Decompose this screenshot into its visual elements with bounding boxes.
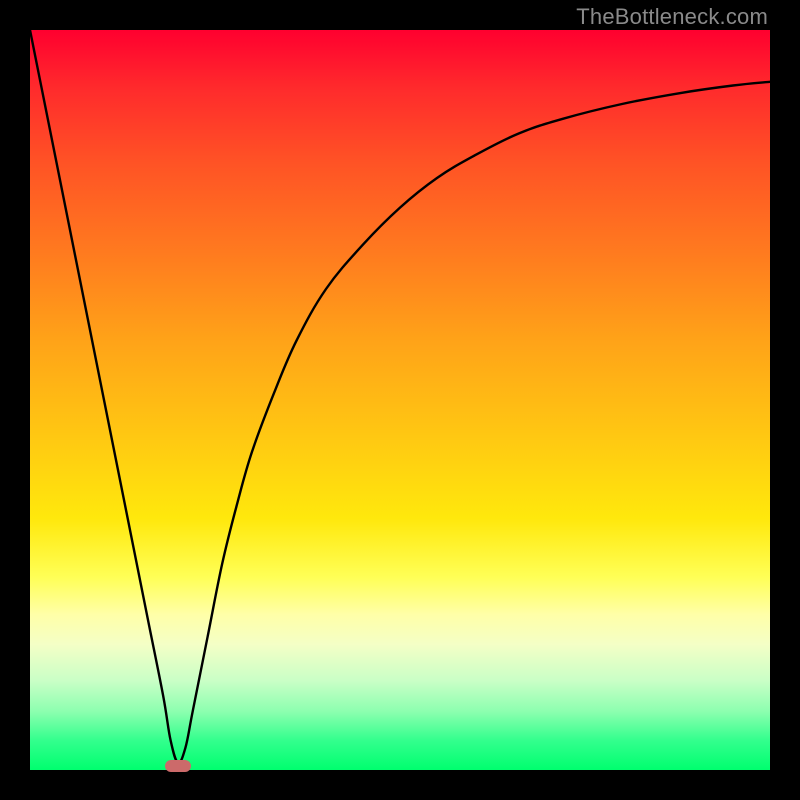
bottleneck-curve bbox=[30, 30, 770, 770]
plot-area bbox=[30, 30, 770, 770]
optimal-marker bbox=[165, 760, 191, 772]
chart-frame: TheBottleneck.com bbox=[0, 0, 800, 800]
watermark-text: TheBottleneck.com bbox=[576, 4, 768, 30]
